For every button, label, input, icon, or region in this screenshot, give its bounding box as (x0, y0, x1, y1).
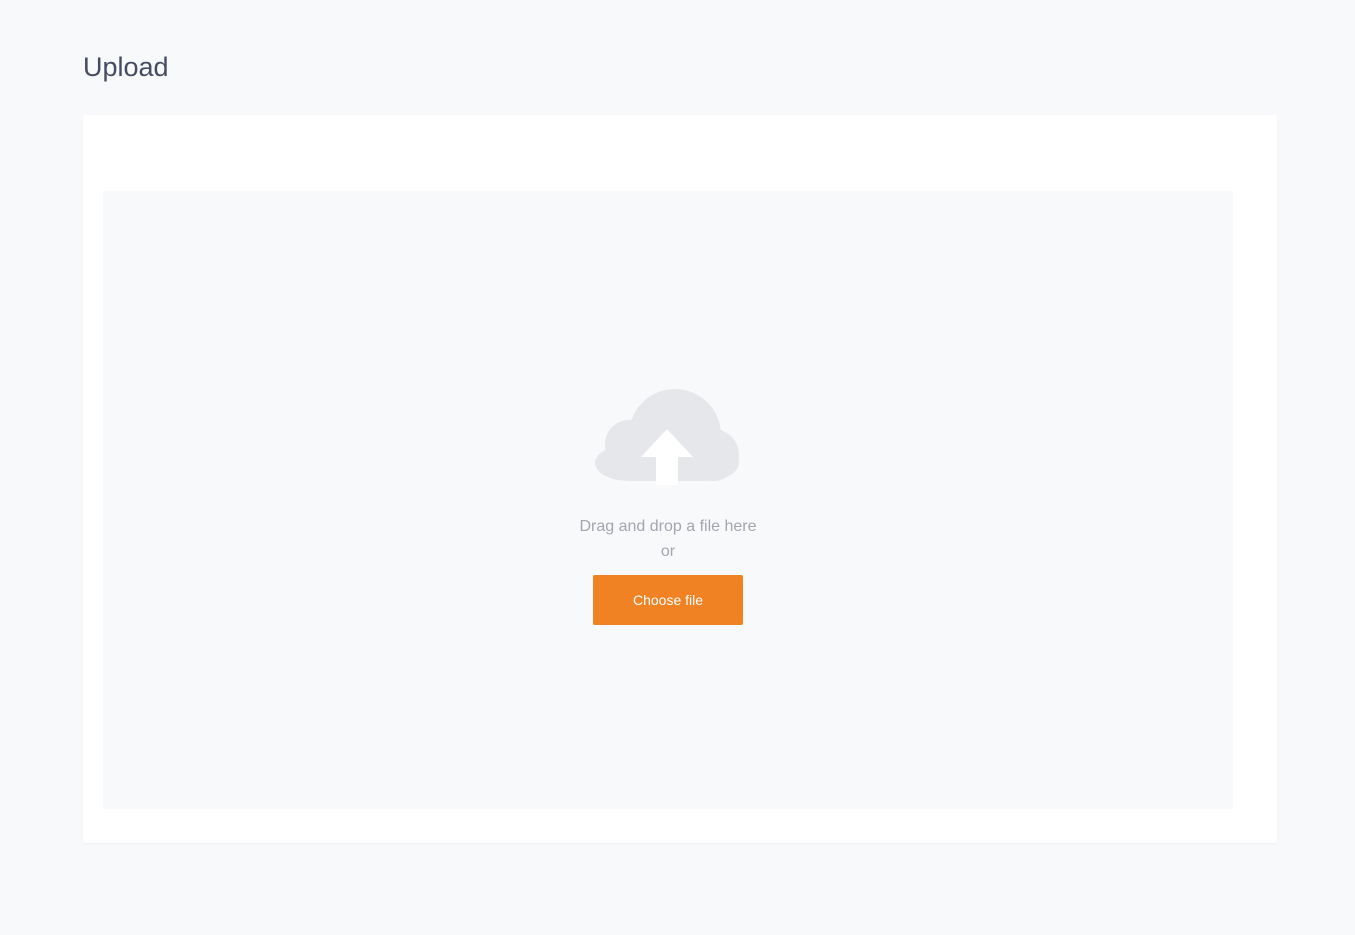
choose-file-button[interactable]: Choose file (593, 575, 743, 625)
drag-drop-text: Drag and drop a file here (579, 518, 757, 535)
page-title: Upload (83, 52, 169, 82)
cloud-upload-icon (595, 389, 739, 485)
upload-card: Drag and drop a file here or Choose file (83, 115, 1277, 843)
or-text: or (660, 543, 676, 560)
file-dropzone[interactable]: Drag and drop a file here or Choose file (103, 191, 1233, 809)
